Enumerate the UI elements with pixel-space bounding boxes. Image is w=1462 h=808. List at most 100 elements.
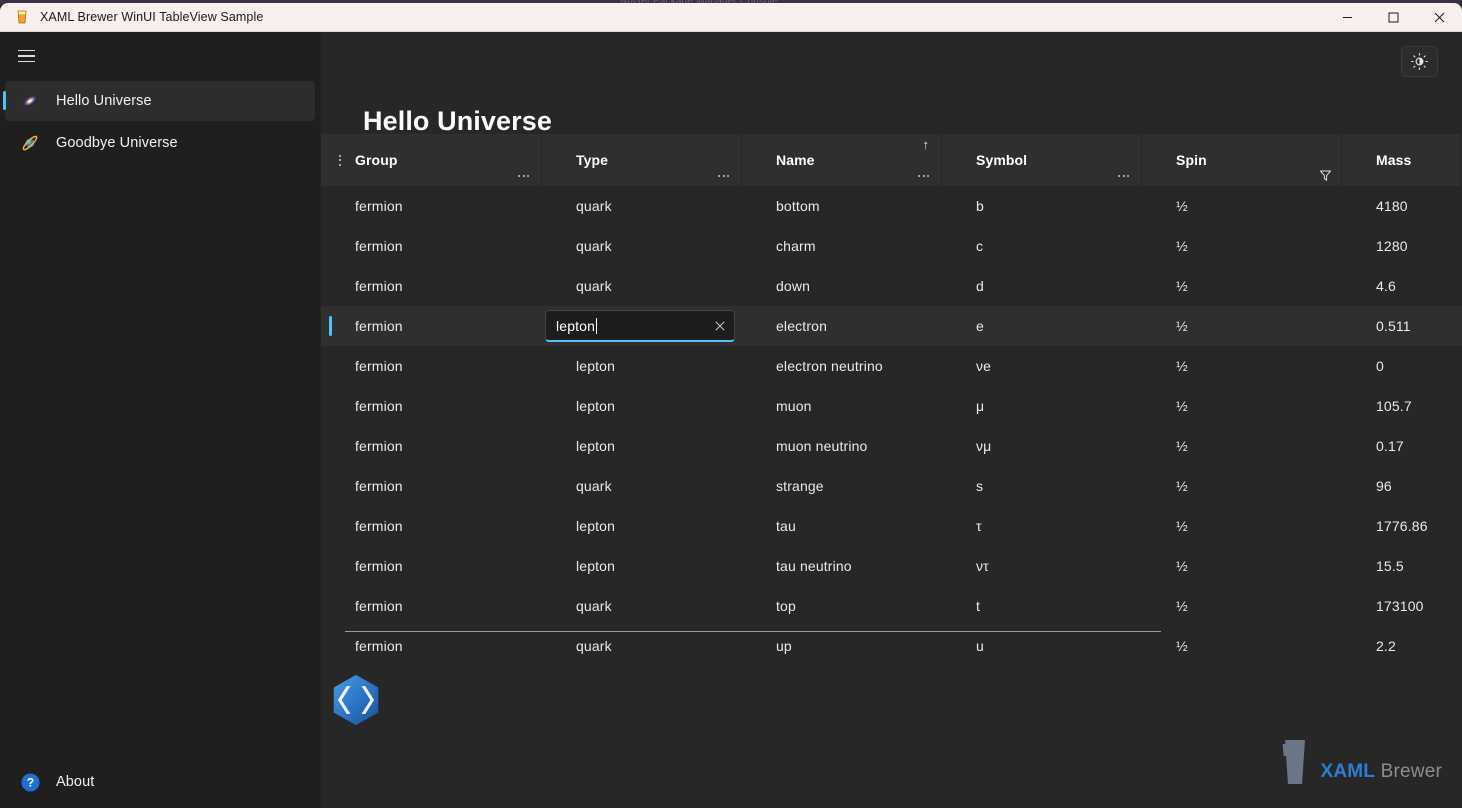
table-cell-name[interactable]: up (742, 626, 942, 666)
table-cell-symbol[interactable]: νe (942, 346, 1142, 386)
table-cell-type[interactable]: quark (542, 226, 742, 266)
table-cell-name[interactable]: strange (742, 466, 942, 506)
column-header-type[interactable]: Type (542, 134, 742, 186)
table-cell-type[interactable]: quark (542, 266, 742, 306)
table-cell-type[interactable]: lepton (542, 426, 742, 466)
table-row[interactable]: fermion lepton electron neutrino νe ½ 0 (321, 346, 1462, 386)
table-row[interactable]: fermion quark up u ½ 2.2 (321, 626, 1462, 666)
table-cell-type[interactable]: lepton (542, 346, 742, 386)
table-cell-mass[interactable]: 15.5 (1342, 546, 1462, 586)
table-cell-group[interactable]: fermion (321, 306, 542, 346)
table-cell-mass[interactable]: 173100 (1342, 586, 1462, 626)
hamburger-icon[interactable] (6, 38, 46, 74)
table-cell-type[interactable]: quark (542, 626, 742, 666)
table-cell-spin[interactable]: ½ (1142, 226, 1342, 266)
column-header-symbol[interactable]: Symbol (942, 134, 1142, 186)
table-cell-symbol[interactable]: e (942, 306, 1142, 346)
table-cell-type[interactable]: lepton (542, 386, 742, 426)
table-cell-group[interactable]: fermion (321, 226, 542, 266)
table-cell-mass[interactable]: 0 (1342, 346, 1462, 386)
table-cell-symbol[interactable]: u (942, 626, 1142, 666)
table-cell-spin[interactable]: ½ (1142, 386, 1342, 426)
table-cell-spin[interactable]: ½ (1142, 186, 1342, 226)
table-cell-mass[interactable]: 105.7 (1342, 386, 1462, 426)
cell-edit-textbox[interactable]: lepton (545, 310, 735, 342)
table-cell-group[interactable]: fermion (321, 186, 542, 226)
table-cell-spin[interactable]: ½ (1142, 426, 1342, 466)
table-row[interactable]: fermion quark bottom b ½ 4180 (321, 186, 1462, 226)
table-cell-mass[interactable]: 96 (1342, 466, 1462, 506)
table-cell-group[interactable]: fermion (321, 506, 542, 546)
column-options-dots-icon[interactable] (325, 134, 355, 186)
table-cell-spin[interactable]: ½ (1142, 506, 1342, 546)
table-cell-name[interactable]: tau neutrino (742, 546, 942, 586)
table-row[interactable]: fermion quark top t ½ 173100 (321, 586, 1462, 626)
column-menu-ellipsis-icon[interactable] (714, 171, 733, 181)
table-cell-spin[interactable]: ½ (1142, 586, 1342, 626)
table-row[interactable]: fermion lepton tau neutrino ντ ½ 15.5 (321, 546, 1462, 586)
table-cell-group[interactable]: fermion (321, 586, 542, 626)
table-cell-group[interactable]: fermion (321, 386, 542, 426)
table-cell-symbol[interactable]: d (942, 266, 1142, 306)
table-cell-type[interactable]: quark (542, 186, 742, 226)
column-header-mass[interactable]: Mass (1342, 134, 1462, 186)
table-cell-symbol[interactable]: t (942, 586, 1142, 626)
table-cell-symbol[interactable]: νμ (942, 426, 1142, 466)
table-cell-name[interactable]: muon (742, 386, 942, 426)
filter-funnel-icon[interactable] (1319, 169, 1332, 182)
column-header-spin[interactable]: Spin (1142, 134, 1342, 186)
table-cell-spin[interactable]: ½ (1142, 306, 1342, 346)
sidebar-item-goodbye-universe[interactable]: Goodbye Universe (5, 123, 315, 163)
table-cell-spin[interactable]: ½ (1142, 546, 1342, 586)
table-cell-name[interactable]: down (742, 266, 942, 306)
table-cell-mass[interactable]: 4180 (1342, 186, 1462, 226)
table-row[interactable]: fermion lepton electron e ½ 0.511 (321, 306, 1462, 346)
table-cell-mass[interactable]: 2.2 (1342, 626, 1462, 666)
table-cell-spin[interactable]: ½ (1142, 346, 1342, 386)
column-header-name[interactable]: Name ↑ (742, 134, 942, 186)
table-row[interactable]: fermion lepton muon neutrino νμ ½ 0.17 (321, 426, 1462, 466)
table-cell-mass[interactable]: 0.511 (1342, 306, 1462, 346)
table-cell-type[interactable]: quark (542, 466, 742, 506)
close-button[interactable] (1416, 3, 1462, 32)
table-cell-group[interactable]: fermion (321, 466, 542, 506)
table-cell-name[interactable]: electron (742, 306, 942, 346)
minimize-button[interactable] (1324, 3, 1370, 32)
table-cell-name[interactable]: electron neutrino (742, 346, 942, 386)
table-cell-name[interactable]: muon neutrino (742, 426, 942, 466)
table-row[interactable]: fermion lepton tau τ ½ 1776.86 (321, 506, 1462, 546)
table-cell-name[interactable]: tau (742, 506, 942, 546)
sidebar-item-about[interactable]: ? About (5, 762, 315, 802)
table-cell-group[interactable]: fermion (321, 546, 542, 586)
table-cell-type[interactable]: lepton (542, 306, 742, 346)
column-header-group[interactable]: Group (321, 134, 542, 186)
table-cell-symbol[interactable]: ντ (942, 546, 1142, 586)
table-cell-symbol[interactable]: s (942, 466, 1142, 506)
table-cell-mass[interactable]: 1280 (1342, 226, 1462, 266)
table-cell-mass[interactable]: 1776.86 (1342, 506, 1462, 546)
table-row[interactable]: fermion quark strange s ½ 96 (321, 466, 1462, 506)
table-cell-type[interactable]: quark (542, 586, 742, 626)
table-cell-symbol[interactable]: τ (942, 506, 1142, 546)
table-cell-type[interactable]: lepton (542, 546, 742, 586)
table-cell-name[interactable]: top (742, 586, 942, 626)
column-menu-ellipsis-icon[interactable] (914, 171, 933, 181)
column-menu-ellipsis-icon[interactable] (1114, 171, 1133, 181)
table-cell-mass[interactable]: 0.17 (1342, 426, 1462, 466)
table-cell-name[interactable]: charm (742, 226, 942, 266)
table-cell-spin[interactable]: ½ (1142, 266, 1342, 306)
table-row[interactable]: fermion quark charm c ½ 1280 (321, 226, 1462, 266)
clear-text-button[interactable] (706, 312, 734, 340)
theme-toggle-button[interactable] (1401, 46, 1438, 77)
table-cell-spin[interactable]: ½ (1142, 626, 1342, 666)
table-cell-group[interactable]: fermion (321, 346, 542, 386)
sidebar-item-hello-universe[interactable]: Hello Universe (3, 81, 315, 121)
table-cell-group[interactable]: fermion (321, 266, 542, 306)
table-cell-group[interactable]: fermion (321, 426, 542, 466)
table-cell-mass[interactable]: 4.6 (1342, 266, 1462, 306)
table-cell-spin[interactable]: ½ (1142, 466, 1342, 506)
table-cell-symbol[interactable]: c (942, 226, 1142, 266)
table-cell-type[interactable]: lepton (542, 506, 742, 546)
table-row[interactable]: fermion quark down d ½ 4.6 (321, 266, 1462, 306)
table-cell-symbol[interactable]: b (942, 186, 1142, 226)
